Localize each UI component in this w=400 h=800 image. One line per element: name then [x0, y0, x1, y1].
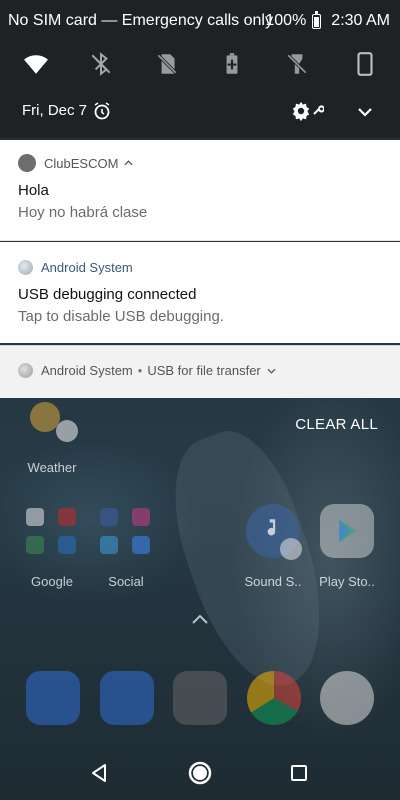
- mobile-data-tile[interactable]: [147, 44, 187, 84]
- wifi-tile[interactable]: [16, 44, 56, 84]
- app-name: Android System: [41, 363, 133, 378]
- chevron-up-icon[interactable]: [124, 159, 133, 167]
- android-system-icon: [18, 260, 33, 275]
- notification-title: Hola: [18, 182, 49, 199]
- wifi-icon: [24, 55, 48, 74]
- notification-body: Hoy no habrá clase: [18, 204, 148, 221]
- notification-header: Android System: [18, 260, 133, 275]
- play-store-icon: [339, 519, 357, 543]
- play-store-label: Play Sto..: [319, 574, 375, 589]
- flashlight-off-icon: [287, 54, 307, 74]
- messenger-icon: [132, 536, 150, 554]
- notification-body: Tap to disable USB debugging.: [18, 308, 224, 325]
- social-folder-label: Social: [108, 574, 144, 589]
- camera-app-icon[interactable]: [320, 671, 374, 725]
- music-note-icon: [267, 519, 276, 536]
- youtube-icon: [58, 508, 76, 526]
- status-bar: No SIM card — Emergency calls only 100% …: [0, 0, 400, 44]
- battery-icon: [312, 10, 322, 29]
- chevron-down-icon[interactable]: [354, 101, 376, 123]
- phone-app-icon[interactable]: [26, 671, 80, 725]
- chevron-down-icon[interactable]: [267, 367, 276, 375]
- notification-header: Android System • USB for file transfer: [18, 363, 276, 378]
- sound-search-app[interactable]: [246, 504, 302, 560]
- notification-usb-debugging[interactable]: Android System USB debugging connected T…: [0, 242, 400, 343]
- app-icon: [18, 154, 36, 172]
- chrome-app-icon[interactable]: [247, 671, 301, 725]
- instagram-icon: [132, 508, 150, 526]
- bluetooth-tile[interactable]: [81, 44, 121, 84]
- app-name: ClubESCOM: [44, 155, 119, 171]
- settings-gear-icon[interactable]: [290, 100, 312, 122]
- quick-settings-row: [0, 44, 400, 84]
- battery-saver-icon: [226, 53, 238, 74]
- rotation-icon: [357, 52, 373, 76]
- notification-usb-file-transfer[interactable]: Android System • USB for file transfer: [0, 345, 400, 398]
- weather-widget[interactable]: [30, 398, 80, 444]
- app-drawer-chevron-up-icon[interactable]: [191, 612, 209, 626]
- duo-icon: [58, 536, 76, 554]
- drive-icon: [26, 536, 44, 554]
- notification-title: USB debugging connected: [18, 286, 197, 303]
- social-folder[interactable]: [98, 504, 154, 560]
- notification-clubescom[interactable]: ClubESCOM Hola Hoy no habrá clase: [0, 140, 400, 241]
- clock: 2:30 AM: [331, 12, 390, 29]
- clear-all-button[interactable]: CLEAR ALL: [295, 416, 378, 433]
- app-name: Android System: [41, 260, 133, 275]
- carrier-status: No SIM card — Emergency calls only: [8, 12, 273, 29]
- data-off-icon: [157, 54, 177, 74]
- shade-header: Fri, Dec 7: [0, 96, 400, 128]
- auto-rotate-tile[interactable]: [345, 44, 385, 84]
- google-folder-label: Google: [31, 574, 73, 589]
- flashlight-tile[interactable]: [277, 44, 317, 84]
- messages-app-icon[interactable]: [100, 671, 154, 725]
- wrench-icon: [313, 105, 324, 115]
- sound-search-label: Sound S..: [244, 574, 302, 589]
- calculator-app-icon[interactable]: [173, 671, 227, 725]
- google-badge-icon: [280, 538, 302, 560]
- date-label: Fri, Dec 7: [22, 102, 88, 119]
- back-icon[interactable]: [88, 762, 110, 784]
- google-app-icon: [26, 508, 44, 526]
- android-system-icon: [18, 363, 33, 378]
- navigation-bar: [0, 748, 400, 800]
- weather-label: Weather: [27, 460, 77, 475]
- home-icon[interactable]: [187, 760, 213, 786]
- battery-saver-tile[interactable]: [212, 44, 252, 84]
- play-store-app[interactable]: [320, 504, 374, 558]
- google-badge-icon: [56, 420, 78, 442]
- alarm-icon[interactable]: [92, 101, 112, 121]
- notification-subtext: USB for file transfer: [147, 363, 261, 378]
- telegram-icon: [100, 536, 118, 554]
- wallpaper-landmass: [149, 417, 351, 703]
- notification-header: ClubESCOM: [18, 154, 133, 172]
- google-folder[interactable]: [24, 504, 80, 560]
- battery-percent: 100%: [265, 12, 307, 29]
- recents-icon[interactable]: [290, 764, 308, 782]
- bluetooth-off-icon: [91, 52, 111, 76]
- separator-dot: •: [137, 363, 143, 378]
- facebook-icon: [100, 508, 118, 526]
